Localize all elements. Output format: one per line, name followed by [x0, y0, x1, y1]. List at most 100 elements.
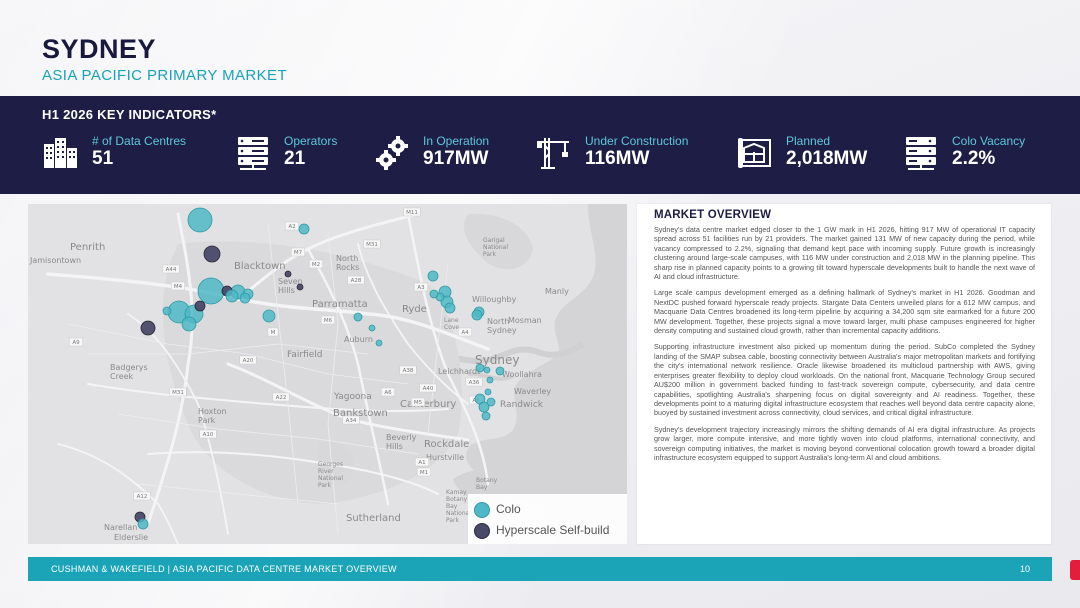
footer-text: CUSHMAN & WAKEFIELD | ASIA PACIFIC DATA …	[51, 564, 397, 574]
kpi-value: 2.2%	[952, 148, 996, 169]
road-shield: A36	[465, 377, 483, 387]
road-shield: A20	[239, 355, 257, 365]
map-place-label: Hurstville	[426, 453, 464, 462]
map-place-label: Leichhardt	[438, 367, 480, 376]
blueprint-icon	[738, 138, 771, 168]
colo-marker[interactable]	[187, 207, 213, 233]
map-place-label: North Rocks	[336, 254, 359, 272]
svg-text:M1: M1	[420, 470, 428, 476]
hyperscale-marker[interactable]	[140, 320, 156, 336]
road-shield: A10	[199, 429, 217, 439]
kpi-value: 51	[92, 148, 114, 169]
colo-marker[interactable]	[368, 324, 376, 332]
svg-text:A36: A36	[469, 380, 480, 386]
road-shield: A9	[69, 337, 83, 347]
road-shield: A40	[419, 383, 437, 393]
map-place-label: Manly	[545, 287, 569, 296]
kpi-label: # of Data Centres	[92, 134, 187, 148]
overview-paragraph-4: Sydney's development trajectory increasi…	[654, 424, 1035, 462]
svg-text:M5: M5	[414, 400, 423, 406]
hyperscale-marker[interactable]	[284, 270, 292, 278]
map-place-label: Auburn	[344, 335, 373, 344]
hyperscale-marker[interactable]	[296, 283, 304, 291]
colo-marker[interactable]	[162, 306, 172, 316]
page-title: SYDNEY	[42, 34, 157, 64]
map-place-label: Blacktown	[234, 261, 286, 272]
colo-marker[interactable]	[353, 312, 363, 322]
hyperscale-marker[interactable]	[203, 245, 221, 263]
page-subtitle: ASIA PACIFIC PRIMARY MARKET	[42, 67, 288, 84]
brand-corner-tab	[1070, 560, 1080, 580]
svg-text:A40: A40	[423, 386, 434, 392]
svg-text:A6: A6	[384, 390, 392, 396]
map-legend: Colo Hyperscale Self-build	[468, 494, 627, 544]
colo-marker[interactable]	[262, 309, 276, 323]
page-number: 10	[1019, 564, 1030, 574]
server-icon	[238, 137, 268, 170]
kpi-value: 21	[284, 148, 306, 169]
colo-marker[interactable]	[483, 366, 491, 374]
svg-text:A12: A12	[137, 494, 148, 500]
colo-marker[interactable]	[137, 518, 149, 530]
colo-marker[interactable]	[239, 292, 251, 304]
svg-text:A10: A10	[203, 432, 214, 438]
colo-marker[interactable]	[486, 376, 494, 384]
svg-text:M4: M4	[174, 284, 183, 290]
colo-marker[interactable]	[225, 289, 239, 303]
gears-icon	[376, 136, 408, 170]
kpi-value: 116MW	[585, 148, 650, 169]
colo-marker[interactable]	[486, 397, 496, 407]
road-shield: M	[267, 327, 279, 337]
road-shield: A44	[162, 264, 180, 274]
kpi-label: Operators	[284, 134, 338, 148]
page-footer: CUSHMAN & WAKEFIELD | ASIA PACIFIC DATA …	[28, 557, 1052, 581]
crane-icon	[537, 138, 569, 169]
map-place-label: Yagoona	[333, 392, 372, 402]
colo-marker[interactable]	[429, 289, 439, 299]
road-shield: M11	[403, 207, 421, 217]
svg-text:A22: A22	[276, 395, 287, 401]
colo-marker[interactable]	[444, 302, 456, 314]
road-shield: M31	[169, 387, 187, 397]
road-shield: M4	[171, 281, 185, 291]
road-shield: A12	[133, 491, 151, 501]
road-shield: M2	[309, 259, 323, 269]
colo-marker[interactable]	[484, 388, 492, 396]
svg-text:A2: A2	[288, 224, 295, 230]
map-place-label: Woollahra	[502, 370, 542, 379]
svg-text:M31: M31	[172, 390, 184, 396]
kpi-label: Planned	[786, 134, 831, 148]
road-shield: A4	[458, 327, 472, 337]
kpi-value: 917MW	[423, 148, 489, 169]
colo-marker[interactable]	[197, 277, 225, 305]
svg-text:M: M	[271, 330, 276, 336]
colo-marker[interactable]	[298, 223, 310, 235]
market-overview: MARKET OVERVIEW Sydney's data centre mar…	[637, 204, 1051, 544]
road-shield: A38	[399, 365, 417, 375]
hyperscale-marker[interactable]	[194, 300, 206, 312]
buildings-icon	[44, 138, 77, 168]
map-place-label: Rockdale	[424, 439, 469, 450]
svg-text:A34: A34	[346, 418, 357, 424]
road-shield: M31	[363, 239, 381, 249]
colo-marker[interactable]	[427, 270, 439, 282]
map-place-label: Willoughby	[472, 295, 517, 304]
road-shield: M5	[411, 397, 425, 407]
map-place-label: Narellan	[104, 523, 137, 532]
key-indicators-heading: H1 2026 KEY INDICATORS*	[42, 107, 217, 122]
map-place-label: Elderslie	[114, 533, 148, 542]
colo-marker[interactable]	[375, 339, 383, 347]
colo-marker[interactable]	[481, 411, 491, 421]
colo-marker[interactable]	[475, 363, 485, 373]
kpi-value: 2,018MW	[786, 148, 868, 169]
legend-hyperscale-label: Hyperscale Self-build	[496, 523, 610, 537]
legend-colo-label: Colo	[496, 502, 521, 516]
sydney-map[interactable]: Penrith Jamisontown Blacktown North Rocks Sev…	[28, 204, 627, 544]
road-shield: A34	[342, 415, 360, 425]
overview-paragraph-2: Large scale campus development emerged a…	[654, 288, 1035, 336]
colo-marker[interactable]	[181, 316, 197, 332]
colo-marker[interactable]	[495, 366, 505, 376]
colo-marker[interactable]	[471, 309, 483, 321]
map-canvas[interactable]: PenrithJamisontownBlacktownNorth RocksSev…	[28, 204, 627, 544]
map-place-label: Canterbury	[400, 399, 456, 410]
